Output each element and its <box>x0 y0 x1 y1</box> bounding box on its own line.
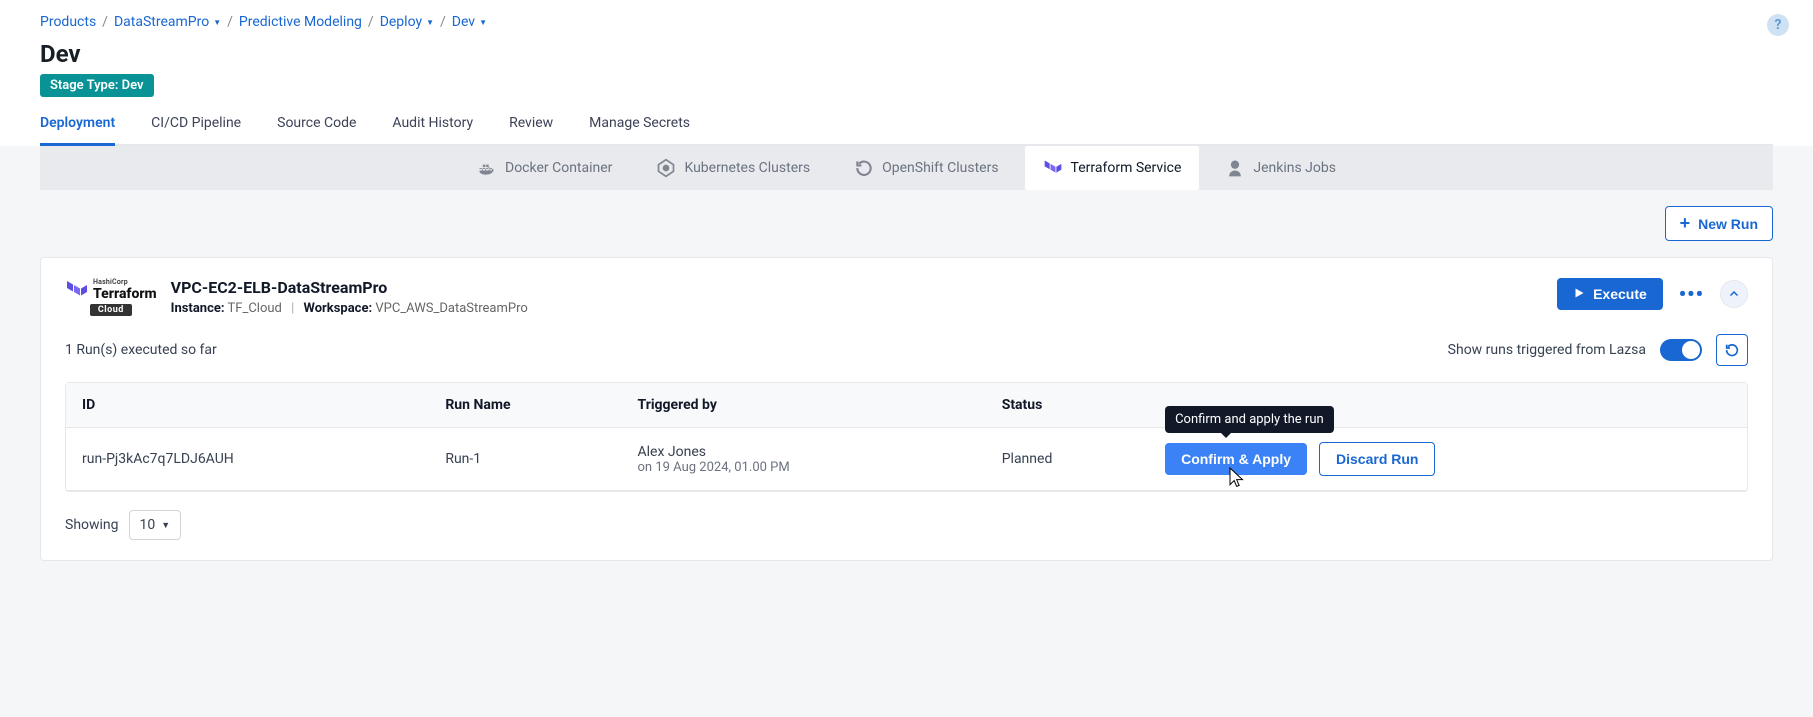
showing-label: Showing <box>65 517 119 533</box>
subtab-openshift[interactable]: OpenShift Clusters <box>836 146 1016 190</box>
triggered-by-name: Alex Jones <box>638 444 970 460</box>
terraform-icon <box>1043 158 1063 178</box>
refresh-button[interactable] <box>1716 334 1748 366</box>
stage-badge: Stage Type: Dev <box>40 74 154 97</box>
main-tabs: Deployment CI/CD Pipeline Source Code Au… <box>40 115 1773 146</box>
subtab-openshift-label: OpenShift Clusters <box>882 160 998 176</box>
page-size-value: 10 <box>140 517 156 533</box>
sub-tab-bar: Docker Container Kubernetes Clusters Ope… <box>40 146 1773 190</box>
tab-audit[interactable]: Audit History <box>392 115 473 146</box>
show-runs-toggle[interactable] <box>1660 339 1702 361</box>
chevron-down-icon: ▼ <box>161 520 170 531</box>
terraform-logo: HashiCorp Terraform Cloud <box>65 278 157 316</box>
subtab-k8s[interactable]: Kubernetes Clusters <box>638 146 828 190</box>
workspace-label: Workspace: <box>304 301 373 316</box>
col-triggered-by: Triggered by <box>622 383 986 428</box>
hashicorp-label: HashiCorp <box>93 279 157 286</box>
tab-review[interactable]: Review <box>509 115 553 146</box>
show-runs-label: Show runs triggered from Lazsa <box>1448 342 1646 358</box>
tab-secrets[interactable]: Manage Secrets <box>589 115 690 146</box>
breadcrumb-dev[interactable]: Dev <box>452 14 487 30</box>
breadcrumb-sep: / <box>368 14 374 30</box>
subtab-docker-label: Docker Container <box>505 160 612 176</box>
breadcrumb-sep: / <box>227 14 233 30</box>
confirm-apply-button[interactable]: Confirm & Apply <box>1165 443 1307 475</box>
col-run-name: Run Name <box>429 383 621 428</box>
chevron-up-icon <box>1728 288 1740 300</box>
instance-value: TF_Cloud <box>228 301 282 316</box>
jenkins-icon <box>1225 158 1245 178</box>
terraform-cloud-pill: Cloud <box>90 304 132 316</box>
kubernetes-icon <box>656 158 676 178</box>
col-status: Status <box>986 383 1149 428</box>
terraform-card: HashiCorp Terraform Cloud VPC-EC2-ELB-Da… <box>40 257 1773 561</box>
subtab-jenkins[interactable]: Jenkins Jobs <box>1207 146 1354 190</box>
new-run-button[interactable]: + New Run <box>1665 206 1773 241</box>
breadcrumb-deploy[interactable]: Deploy <box>380 14 434 30</box>
discard-run-button[interactable]: Discard Run <box>1319 442 1435 476</box>
execute-label: Execute <box>1593 286 1647 302</box>
breadcrumb-predictive[interactable]: Predictive Modeling <box>239 14 362 30</box>
subtab-k8s-label: Kubernetes Clusters <box>684 160 810 176</box>
breadcrumb-sep: / <box>102 14 108 30</box>
subtab-terraform[interactable]: Terraform Service <box>1025 146 1200 190</box>
new-run-label: New Run <box>1698 216 1758 232</box>
terraform-title: VPC-EC2-ELB-DataStreamPro <box>171 278 528 297</box>
runs-table: ID Run Name Triggered by Status run-Pj3k… <box>65 382 1748 492</box>
execute-button[interactable]: Execute <box>1557 278 1663 310</box>
cell-run-name: Run-1 <box>429 428 621 491</box>
tab-deployment[interactable]: Deployment <box>40 115 115 146</box>
tab-source[interactable]: Source Code <box>277 115 356 146</box>
play-icon <box>1573 286 1585 302</box>
terraform-mark-icon <box>65 278 89 302</box>
openshift-icon <box>854 158 874 178</box>
docker-icon <box>477 158 497 178</box>
page-title: Dev <box>40 40 1773 68</box>
refresh-icon <box>1724 342 1740 358</box>
workspace-value: VPC_AWS_DataStreamPro <box>375 301 527 316</box>
cell-id: run-Pj3kAc7q7LDJ6AUH <box>66 428 429 491</box>
page-size-select[interactable]: 10 ▼ <box>129 510 182 540</box>
collapse-button[interactable] <box>1720 280 1748 308</box>
table-row: run-Pj3kAc7q7LDJ6AUH Run-1 Alex Jones on… <box>66 428 1747 491</box>
subtab-jenkins-label: Jenkins Jobs <box>1253 160 1336 176</box>
terraform-meta: Instance: TF_Cloud | Workspace: VPC_AWS_… <box>171 301 528 316</box>
col-id: ID <box>66 383 429 428</box>
breadcrumb-sep: / <box>440 14 446 30</box>
triggered-by-time: on 19 Aug 2024, 01.00 PM <box>638 460 970 475</box>
confirm-tooltip: Confirm and apply the run <box>1165 406 1334 433</box>
more-menu-button[interactable]: ••• <box>1675 282 1708 306</box>
terraform-wordmark: Terraform <box>93 287 157 301</box>
plus-icon: + <box>1680 213 1691 234</box>
instance-label: Instance: <box>171 301 225 316</box>
cell-status: Planned <box>986 428 1149 491</box>
breadcrumb-products[interactable]: Products <box>40 14 96 30</box>
breadcrumb: Products / DataStreamPro / Predictive Mo… <box>40 14 1773 30</box>
cell-triggered-by: Alex Jones on 19 Aug 2024, 01.00 PM <box>622 428 986 491</box>
subtab-terraform-label: Terraform Service <box>1071 160 1182 176</box>
tab-cicd[interactable]: CI/CD Pipeline <box>151 115 241 146</box>
pager: Showing 10 ▼ <box>65 510 1748 540</box>
help-icon[interactable]: ? <box>1767 14 1789 36</box>
runs-executed-label: 1 Run(s) executed so far <box>65 342 217 358</box>
breadcrumb-datastream[interactable]: DataStreamPro <box>114 14 221 30</box>
subtab-docker[interactable]: Docker Container <box>459 146 630 190</box>
